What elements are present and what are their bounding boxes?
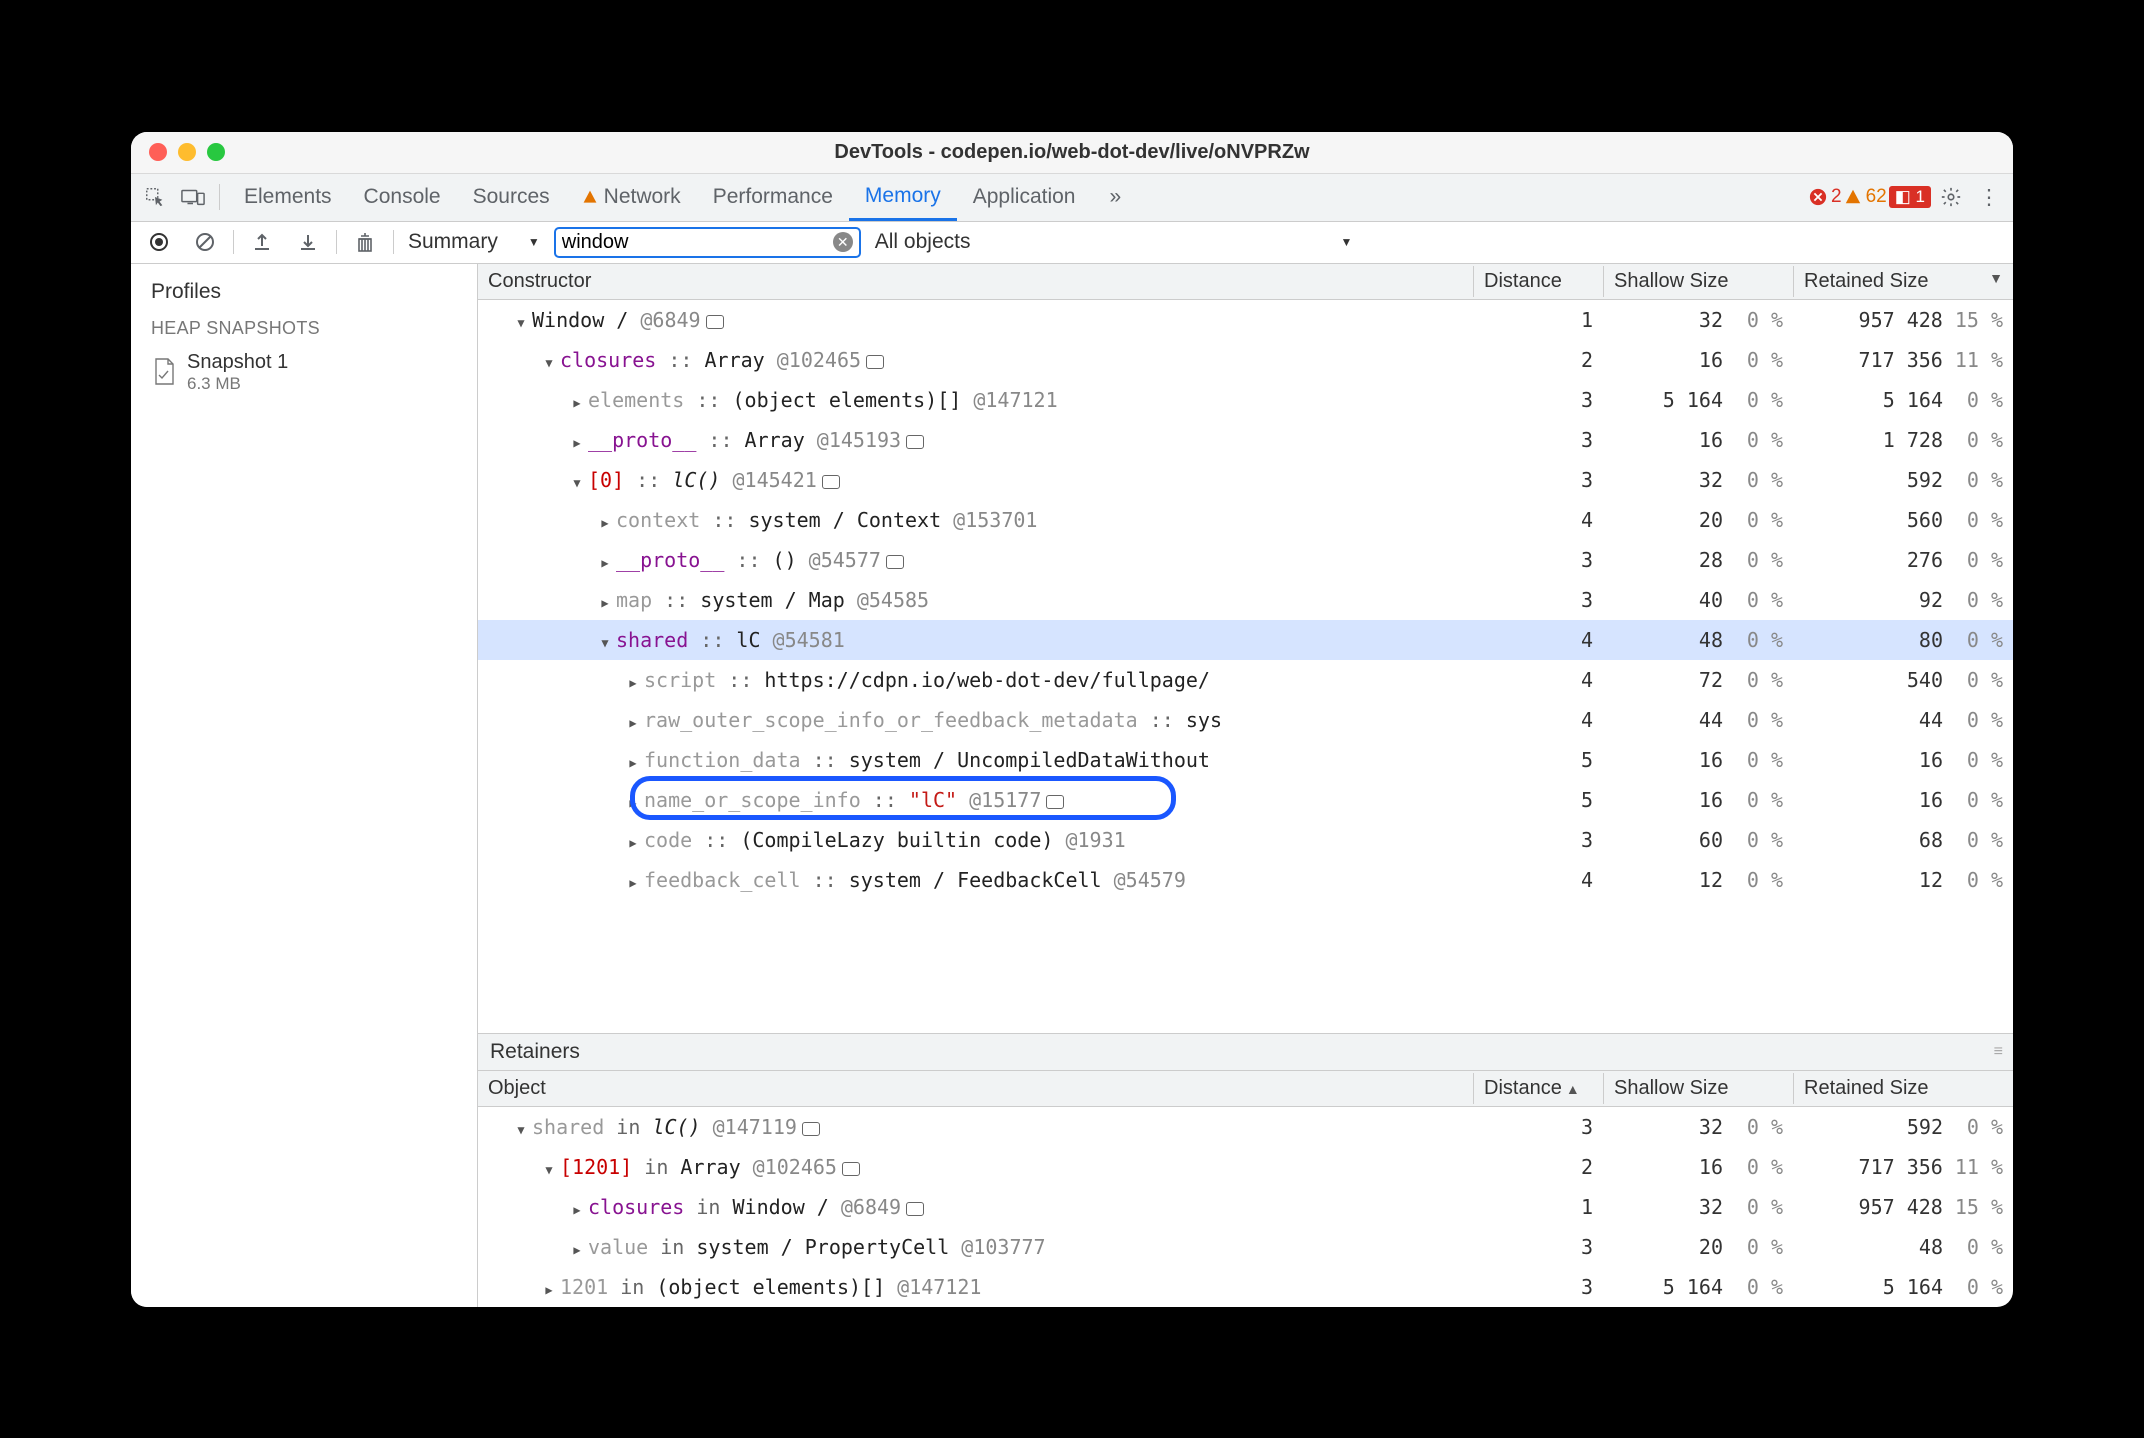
divider <box>233 230 234 254</box>
retainers-header[interactable]: Retainers≡ <box>478 1033 2013 1071</box>
traffic-lights <box>149 143 225 161</box>
zoom-icon[interactable] <box>207 143 225 161</box>
table-row[interactable]: Window / @68491320 %957 42815 % <box>478 300 2013 340</box>
constructor-rows[interactable]: Window / @68491320 %957 42815 %closures … <box>478 300 2013 1033</box>
disclosure-icon[interactable] <box>514 308 528 332</box>
upload-icon[interactable] <box>244 224 280 260</box>
tab-application[interactable]: Application <box>957 174 1092 221</box>
table-row[interactable]: script :: https://cdpn.io/web-dot-dev/fu… <box>478 660 2013 700</box>
table-row[interactable]: 1201 in (object elements)[] @14712135 16… <box>478 1267 2013 1307</box>
error-badge[interactable]: 2 <box>1809 186 1842 208</box>
scope-dropdown[interactable]: All objects▼ <box>871 228 1357 256</box>
col-retained[interactable]: Retained Size▼ <box>1793 266 2013 297</box>
disclosure-icon[interactable] <box>570 428 584 452</box>
snapshot-item[interactable]: Snapshot 1 6.3 MB <box>131 343 477 402</box>
table-row[interactable]: closures in Window / @68491320 %957 4281… <box>478 1187 2013 1227</box>
record-icon[interactable] <box>141 224 177 260</box>
disclosure-icon[interactable] <box>598 508 612 532</box>
table-row[interactable]: __proto__ :: Array @1451933160 %1 7280 % <box>478 420 2013 460</box>
snapshot-name: Snapshot 1 <box>187 351 288 374</box>
table-row[interactable]: raw_outer_scope_info_or_feedback_metadat… <box>478 700 2013 740</box>
disclosure-icon[interactable] <box>514 1115 528 1139</box>
devtools-window: DevTools - codepen.io/web-dot-dev/live/o… <box>131 132 2013 1307</box>
disclosure-icon[interactable] <box>598 548 612 572</box>
rcol-shallow[interactable]: Shallow Size <box>1603 1073 1793 1104</box>
disclosure-icon[interactable] <box>598 588 612 612</box>
tab-network[interactable]: Network <box>566 174 697 221</box>
tab-sources[interactable]: Sources <box>457 174 566 221</box>
snapshot-size: 6.3 MB <box>187 374 288 394</box>
disclosure-icon[interactable] <box>542 1275 556 1299</box>
disclosure-icon[interactable] <box>570 468 584 492</box>
table-row[interactable]: shared in lC() @1471193320 %5920 % <box>478 1107 2013 1147</box>
table-row[interactable]: [1201] in Array @1024652160 %717 35611 % <box>478 1147 2013 1187</box>
warning-badge[interactable]: 62 <box>1844 186 1887 208</box>
table-row[interactable]: name_or_scope_info :: "lC" @151775160 %1… <box>478 780 2013 820</box>
inspect-icon[interactable] <box>137 179 173 215</box>
constructor-header-row: Constructor Distance Shallow Size Retain… <box>478 264 2013 300</box>
device-icon[interactable] <box>175 179 211 215</box>
profiles-sidebar: Profiles HEAP SNAPSHOTS Snapshot 1 6.3 M… <box>131 264 478 1307</box>
disclosure-icon[interactable] <box>626 748 640 772</box>
disclosure-icon[interactable] <box>570 1195 584 1219</box>
more-tabs[interactable]: » <box>1093 174 1137 221</box>
view-dropdown[interactable]: Summary▼ <box>404 228 544 256</box>
retainers-rows[interactable]: shared in lC() @1471193320 %5920 %[1201]… <box>478 1107 2013 1307</box>
retainers-header-row: Object Distance▲ Shallow Size Retained S… <box>478 1071 2013 1107</box>
rcol-object[interactable]: Object <box>478 1073 1473 1104</box>
rcol-retained[interactable]: Retained Size <box>1793 1073 2013 1104</box>
disclosure-icon[interactable] <box>542 348 556 372</box>
table-row[interactable]: __proto__ :: () @545773280 %2760 % <box>478 540 2013 580</box>
heap-view: Constructor Distance Shallow Size Retain… <box>478 264 2013 1307</box>
divider <box>336 230 337 254</box>
col-constructor[interactable]: Constructor <box>478 266 1473 297</box>
profiles-heading: Profiles <box>131 264 477 314</box>
rcol-distance[interactable]: Distance▲ <box>1473 1073 1603 1104</box>
disclosure-icon[interactable] <box>626 708 640 732</box>
tab-console[interactable]: Console <box>348 174 457 221</box>
kebab-icon[interactable]: ⋮ <box>1971 179 2007 215</box>
table-row[interactable]: feedback_cell :: system / FeedbackCell @… <box>478 860 2013 900</box>
gc-icon[interactable] <box>347 224 383 260</box>
disclosure-icon[interactable] <box>626 668 640 692</box>
disclosure-icon[interactable] <box>570 388 584 412</box>
download-icon[interactable] <box>290 224 326 260</box>
table-row[interactable]: elements :: (object elements)[] @1471213… <box>478 380 2013 420</box>
divider <box>393 230 394 254</box>
tab-memory[interactable]: Memory <box>849 174 957 221</box>
extension-badge[interactable]: ◧ 1 <box>1889 186 1931 208</box>
col-shallow[interactable]: Shallow Size <box>1603 266 1793 297</box>
disclosure-icon[interactable] <box>626 828 640 852</box>
table-row[interactable]: code :: (CompileLazy builtin code) @1931… <box>478 820 2013 860</box>
clear-icon[interactable] <box>187 224 223 260</box>
window-title: DevTools - codepen.io/web-dot-dev/live/o… <box>131 141 2013 164</box>
disclosure-icon[interactable] <box>626 788 640 812</box>
settings-icon[interactable] <box>1933 179 1969 215</box>
disclosure-icon[interactable] <box>598 628 612 652</box>
table-row[interactable]: [0] :: lC() @1454213320 %5920 % <box>478 460 2013 500</box>
clear-filter-icon[interactable]: ✕ <box>833 232 853 252</box>
table-row[interactable]: closures :: Array @1024652160 %717 35611… <box>478 340 2013 380</box>
close-icon[interactable] <box>149 143 167 161</box>
disclosure-icon[interactable] <box>570 1235 584 1259</box>
table-row[interactable]: context :: system / Context @1537014200 … <box>478 500 2013 540</box>
divider <box>219 184 220 210</box>
snapshot-icon <box>151 357 177 387</box>
table-row[interactable]: value in system / PropertyCell @10377732… <box>478 1227 2013 1267</box>
tab-elements[interactable]: Elements <box>228 174 348 221</box>
filter-text[interactable] <box>562 231 827 254</box>
minimize-icon[interactable] <box>178 143 196 161</box>
titlebar: DevTools - codepen.io/web-dot-dev/live/o… <box>131 132 2013 174</box>
disclosure-icon[interactable] <box>542 1155 556 1179</box>
table-row[interactable]: function_data :: system / UncompiledData… <box>478 740 2013 780</box>
main-tabbar: ElementsConsoleSourcesNetworkPerformance… <box>131 174 2013 222</box>
table-row[interactable]: shared :: lC @545814480 %800 % <box>478 620 2013 660</box>
filter-input[interactable]: ✕ <box>554 227 861 258</box>
heap-snapshots-label: HEAP SNAPSHOTS <box>131 314 477 343</box>
col-distance[interactable]: Distance <box>1473 266 1603 297</box>
disclosure-icon[interactable] <box>626 868 640 892</box>
table-row[interactable]: map :: system / Map @545853400 %920 % <box>478 580 2013 620</box>
memory-toolbar: Summary▼ ✕ All objects▼ <box>131 222 2013 264</box>
tab-performance[interactable]: Performance <box>697 174 849 221</box>
